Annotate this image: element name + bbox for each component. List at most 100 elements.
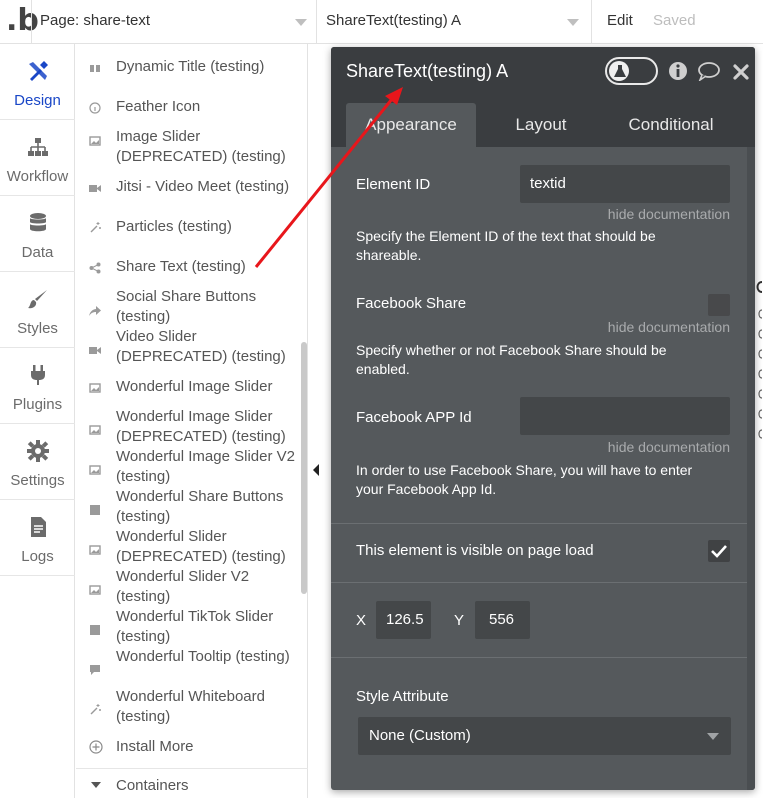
image-icon	[89, 465, 101, 475]
info-icon[interactable]	[668, 61, 688, 81]
hide-documentation-link[interactable]: hide documentation	[608, 319, 730, 335]
collapse-panel-icon[interactable]	[313, 464, 319, 476]
saved-status: Saved	[653, 12, 696, 29]
nav-settings[interactable]: Settings	[0, 424, 75, 500]
facebook-share-label: Facebook Share	[356, 295, 467, 312]
nav-workflow-label: Workflow	[6, 168, 69, 185]
hide-documentation-link[interactable]: hide documentation	[608, 439, 730, 455]
chat-icon	[90, 665, 100, 675]
nav-plugins[interactable]: Plugins	[0, 348, 75, 424]
element-id-input[interactable]: textid	[520, 165, 730, 203]
page-selector-value: Page: share-text	[40, 12, 151, 29]
divider	[331, 657, 747, 658]
nav-workflow[interactable]: Workflow	[0, 120, 75, 196]
nav-settings-label: Settings	[10, 472, 65, 489]
property-editor-panel: ShareText(testing) A Appearance Layout C…	[331, 47, 755, 790]
forward-icon	[89, 306, 101, 316]
list-item-label: Wonderful Image Slider (DEPRECATED) (tes…	[116, 408, 286, 445]
containers-label: Containers	[116, 777, 189, 794]
image-icon	[89, 136, 101, 146]
element-id-label: Element ID	[356, 176, 431, 193]
style-attribute-select[interactable]: None (Custom)	[358, 717, 731, 755]
image-icon	[89, 545, 101, 555]
facebook-share-checkbox[interactable]	[708, 294, 730, 316]
nav-styles[interactable]: Styles	[0, 272, 75, 348]
image-icon	[89, 585, 101, 595]
close-icon[interactable]	[732, 63, 750, 81]
facebook-app-id-input[interactable]	[520, 397, 730, 435]
database-icon	[30, 213, 46, 232]
facebook-app-id-label: Facebook APP Id	[356, 409, 472, 426]
style-attribute-label: Style Attribute	[356, 688, 449, 705]
info-circle-icon	[89, 102, 101, 114]
comment-icon[interactable]	[697, 61, 721, 81]
brush-icon	[28, 290, 47, 309]
list-item-label: Image Slider (DEPRECATED) (testing)	[116, 128, 286, 165]
panel-header: ShareText(testing) A	[331, 47, 755, 95]
list-item-label: Wonderful Slider (DEPRECATED) (testing)	[116, 528, 286, 565]
page-selector[interactable]: Page: share-text	[31, 0, 317, 44]
square-icon	[90, 625, 100, 635]
nav-design[interactable]: Design	[0, 44, 75, 120]
nav-data[interactable]: Data	[0, 196, 75, 272]
facebook-share-doc: Specify whether or not Facebook Share sh…	[356, 342, 667, 377]
x-label: X	[356, 612, 367, 629]
inspect-toggle[interactable]	[605, 57, 658, 85]
list-item-label: Jitsi - Video Meet (testing)	[116, 178, 290, 195]
element-selector-value: ShareText(testing) A	[326, 12, 462, 29]
element-list-scrollbar[interactable]	[301, 342, 307, 594]
top-bar: .b Page: share-text ShareText(testing) A…	[0, 0, 763, 44]
x-position-input[interactable]: 126.5	[376, 601, 431, 639]
install-more-label: Install More	[116, 738, 194, 755]
list-item-label: Wonderful Share Buttons (testing)	[116, 488, 284, 525]
style-attribute-value: None (Custom)	[369, 727, 471, 744]
element-selector[interactable]: ShareText(testing) A	[317, 0, 592, 44]
nav-design-label: Design	[14, 92, 61, 109]
divider	[331, 582, 747, 583]
checkmark-icon	[711, 545, 727, 558]
list-item-label: Video Slider (DEPRECATED) (testing)	[116, 328, 286, 365]
chevron-down-icon	[707, 733, 719, 740]
image-icon	[89, 383, 101, 393]
hide-documentation-link[interactable]: hide documentation	[608, 206, 730, 222]
list-item-label: Dynamic Title (testing)	[116, 58, 265, 75]
list-item-label: Wonderful Image Slider V2 (testing)	[116, 448, 295, 485]
list-item-label: Wonderful TikTok Slider (testing)	[116, 608, 274, 645]
containers-section[interactable]: Containers	[76, 768, 308, 798]
nav-data-label: Data	[21, 244, 54, 261]
y-label: Y	[454, 612, 465, 629]
chevron-down-icon	[91, 782, 101, 788]
flask-icon	[614, 65, 626, 77]
sparkle-icon	[90, 222, 101, 233]
quote-icon	[90, 65, 100, 72]
sparkle-icon	[90, 704, 101, 715]
tab-appearance[interactable]: Appearance	[346, 103, 476, 147]
list-item-label: Share Text (testing)	[116, 258, 246, 275]
y-position-input[interactable]: 556	[475, 601, 530, 639]
video-icon	[89, 347, 101, 354]
document-icon	[31, 517, 46, 537]
plus-circle-icon	[89, 740, 103, 754]
tab-layout[interactable]: Layout	[481, 103, 601, 147]
tab-conditional[interactable]: Conditional	[606, 103, 736, 147]
facebook-app-id-doc: In order to use Facebook Share, you will…	[356, 462, 693, 497]
edit-mode-label[interactable]: Edit	[607, 12, 633, 29]
gear-icon	[27, 440, 49, 462]
nav-styles-label: Styles	[17, 320, 58, 337]
nav-logs[interactable]: Logs	[0, 500, 75, 576]
list-item-label: Feather Icon	[116, 98, 201, 115]
design-icon	[29, 61, 48, 81]
list-item-label: Particles (testing)	[116, 218, 232, 235]
panel-scrollbar[interactable]	[747, 147, 755, 790]
element-id-doc: Specify the Element ID of the text that …	[356, 228, 656, 263]
chevron-down-icon	[295, 19, 307, 26]
image-icon	[89, 425, 101, 435]
list-item-label: Wonderful Whiteboard (testing)	[116, 688, 265, 725]
nav-logs-label: Logs	[21, 548, 54, 565]
divider	[331, 523, 747, 524]
element-list: Dynamic Title (testing) Feather Icon Ima…	[76, 44, 308, 798]
list-item-label: Wonderful Tooltip (testing)	[116, 648, 290, 665]
bubble-logo[interactable]: .b	[6, 4, 39, 38]
visible-on-load-checkbox[interactable]	[708, 540, 730, 562]
plug-icon	[31, 365, 45, 385]
